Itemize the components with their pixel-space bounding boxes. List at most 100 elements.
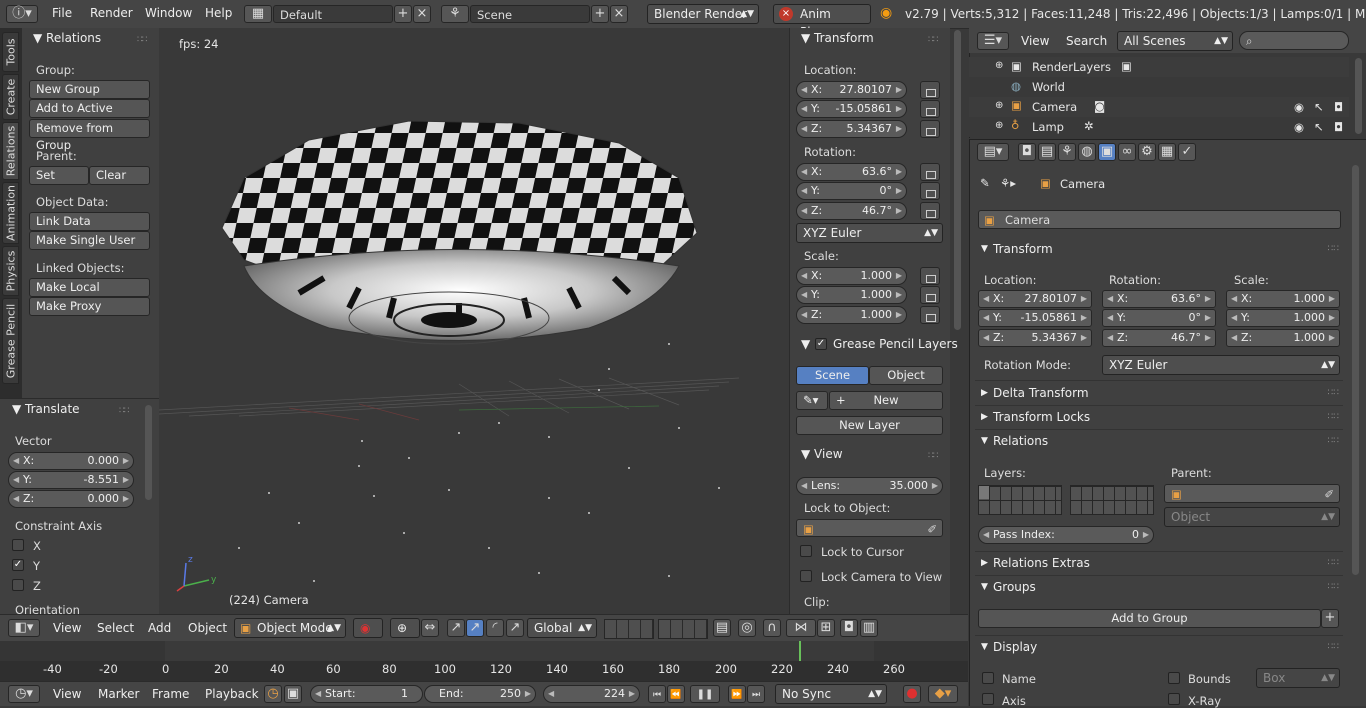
timeline-menu-marker[interactable]: Marker (98, 687, 139, 701)
menu-object[interactable]: Object (188, 621, 227, 635)
properties-scrollbar[interactable] (1352, 165, 1359, 575)
render-anim-button[interactable]: ▥ (860, 619, 878, 637)
outliner-item-world[interactable]: World (1032, 80, 1065, 94)
outliner-menu-view[interactable]: View (1021, 34, 1049, 48)
render-layers-tab-icon[interactable]: ▤ (1038, 143, 1056, 161)
translate-manip-button[interactable]: ↗ (447, 619, 465, 637)
lock-icon[interactable] (920, 100, 940, 118)
outliner-row[interactable]: ⊕ ▣ Camera ◙ ◉ ↖ ◘ (969, 97, 1349, 117)
cursor-icon[interactable]: ↖ (1314, 100, 1324, 114)
current-frame-field[interactable]: ◀ 224 ▶ (543, 685, 640, 703)
tab-physics[interactable]: Physics (2, 246, 19, 296)
add-to-group-button[interactable]: Add to Group (978, 609, 1321, 628)
menu-help[interactable]: Help (205, 6, 232, 20)
props-rot-z-field[interactable]: ◀ Z: 46.7° ▶ (1102, 329, 1216, 347)
drag-grip-icon[interactable]: ∷∷ (1328, 412, 1339, 422)
props-rot-y-field[interactable]: ◀ Y: 0° ▶ (1102, 309, 1216, 327)
info-editor-type-button[interactable]: ⓘ▾ (6, 5, 38, 23)
npanel-scale-z-field[interactable]: ◀ Z: 1.000 ▶ (796, 306, 907, 324)
next-keyframe-button[interactable]: ⏩ (728, 685, 746, 703)
vector-y-field[interactable]: ◀ Y: -8.551 ▶ (8, 471, 134, 489)
drag-grip-icon[interactable]: ∷∷ (1328, 582, 1339, 592)
expand-icon[interactable]: ⊕ (995, 100, 1003, 111)
add-layout-button[interactable]: + (394, 5, 412, 23)
constraints-tab-icon[interactable]: ∞ (1118, 143, 1136, 161)
vector-z-field[interactable]: ◀ Z: 0.000 ▶ (8, 490, 134, 508)
bounds-type-dropdown[interactable]: Box ▲▼ (1256, 668, 1340, 688)
prev-keyframe-button[interactable]: ⏪ (667, 685, 685, 703)
outliner-row[interactable]: ⊕ ♁ Lamp ✲ ◉ ↖ ◘ (969, 117, 1349, 137)
keying-set-button[interactable]: ◆▾ (928, 685, 958, 703)
layout-name-field[interactable]: Default (273, 5, 393, 23)
props-scale-z-field[interactable]: ◀ Z: 1.000 ▶ (1226, 329, 1340, 347)
rotate-manip-button[interactable]: ↗ (466, 619, 484, 637)
gp-new-button[interactable]: + New (829, 391, 943, 410)
add-to-active-button[interactable]: Add to Active (29, 99, 150, 118)
data-tab-icon[interactable]: ✓ (1178, 143, 1196, 161)
drag-grip-icon[interactable]: ∷∷ (137, 35, 148, 45)
lock-icon[interactable] (920, 306, 940, 324)
end-frame-field[interactable]: End: 250 ▶ (424, 685, 536, 703)
snap-element-button[interactable]: ⊞ (817, 619, 835, 637)
props-transform-header[interactable]: ▼ Transform ∷∷ (975, 239, 1343, 261)
set-parent-button[interactable]: Set (29, 166, 89, 185)
npanel-scale-x-field[interactable]: ◀ X: 1.000 ▶ (796, 267, 907, 285)
drag-grip-icon[interactable]: ∷∷ (928, 35, 939, 45)
snap-target-dropdown[interactable]: ⋈ (786, 619, 816, 637)
vector-x-field[interactable]: ◀ X: 0.000 ▶ (8, 452, 134, 470)
scale-manip-button[interactable]: ◜ (486, 619, 504, 637)
props-rot-x-field[interactable]: ◀ X: 63.6° ▶ (1102, 290, 1216, 308)
manip-extra-button[interactable]: ↗ (506, 619, 524, 637)
snap-toggle[interactable]: ∩ (763, 619, 781, 637)
outliner-scrollbar[interactable] (1355, 58, 1362, 134)
remove-scene-button[interactable]: × (610, 5, 628, 23)
layer-buttons-right[interactable] (658, 619, 708, 639)
operator-scrollbar[interactable] (145, 405, 152, 500)
new-group-button[interactable]: New Group (29, 80, 150, 99)
object-name-field[interactable]: ▣ Camera (978, 210, 1341, 229)
outliner-item-renderlayers[interactable]: RenderLayers (1032, 60, 1111, 74)
orientation-dropdown[interactable]: Global ▲▼ (527, 618, 597, 638)
active-layer-cell[interactable] (979, 486, 989, 499)
gp-new-layer-button[interactable]: New Layer (796, 416, 943, 435)
menu-view[interactable]: View (53, 621, 81, 635)
lock-icon[interactable] (920, 202, 940, 220)
menu-render[interactable]: Render (90, 6, 133, 20)
display-xray-checkbox[interactable] (1168, 693, 1180, 705)
menu-window[interactable]: Window (145, 6, 192, 20)
lock-icon[interactable] (920, 120, 940, 138)
clear-parent-button[interactable]: Clear (89, 166, 150, 185)
menu-file[interactable]: File (52, 6, 72, 20)
object-tab-icon[interactable]: ▣ (1098, 143, 1116, 161)
display-header[interactable]: ▼ Display ∷∷ (975, 637, 1343, 659)
props-rotation-mode-dropdown[interactable]: XYZ Euler ▲▼ (1102, 355, 1340, 375)
menu-select[interactable]: Select (97, 621, 134, 635)
drag-grip-icon[interactable]: ∷∷ (928, 451, 939, 461)
npanel-rotation-mode-dropdown[interactable]: XYZ Euler ▲▼ (796, 223, 943, 243)
drag-grip-icon[interactable]: ∷∷ (1328, 388, 1339, 398)
tab-animation[interactable]: Animation (2, 182, 19, 244)
pivot-dropdown[interactable]: ⊕ (390, 618, 420, 638)
mode-dropdown[interactable]: ▣ Object Mode ▲▼ (234, 618, 346, 638)
make-single-user-button[interactable]: Make Single User (29, 231, 150, 250)
anim-player-button[interactable]: × Anim Player (773, 4, 871, 39)
npanel-rot-x-field[interactable]: ◀ X: 63.6° ▶ (796, 163, 907, 181)
layer-grid-right[interactable] (1070, 485, 1154, 515)
expand-icon[interactable]: ⊕ (995, 120, 1003, 131)
gp-object-tab[interactable]: Object (869, 366, 943, 385)
lock-icon[interactable] (920, 182, 940, 200)
pause-button[interactable]: ❚❚ (690, 685, 720, 703)
manipulator-toggle[interactable]: ⇔ (421, 619, 439, 637)
npanel-loc-x-field[interactable]: ◀ X: 27.80107 ▶ (796, 81, 907, 99)
jump-end-button[interactable]: ⏭ (747, 685, 765, 703)
eye-icon[interactable]: ◉ (1294, 120, 1304, 134)
tab-create[interactable]: Create (2, 74, 19, 120)
scene-browse-button[interactable]: ⚘ (441, 5, 469, 23)
world-tab-icon[interactable]: ◍ (1078, 143, 1096, 161)
cursor-icon[interactable]: ↖ (1314, 120, 1324, 134)
npanel-scale-y-field[interactable]: ◀ Y: 1.000 ▶ (796, 286, 907, 304)
lock-object-field[interactable]: ▣ ✐ (796, 519, 943, 537)
npanel-transform-header[interactable]: ▼ Transform (801, 31, 874, 45)
lock-range-button[interactable]: ▣ (284, 685, 302, 703)
render-engine-dropdown[interactable]: Blender Render ▲▼ (647, 4, 759, 24)
